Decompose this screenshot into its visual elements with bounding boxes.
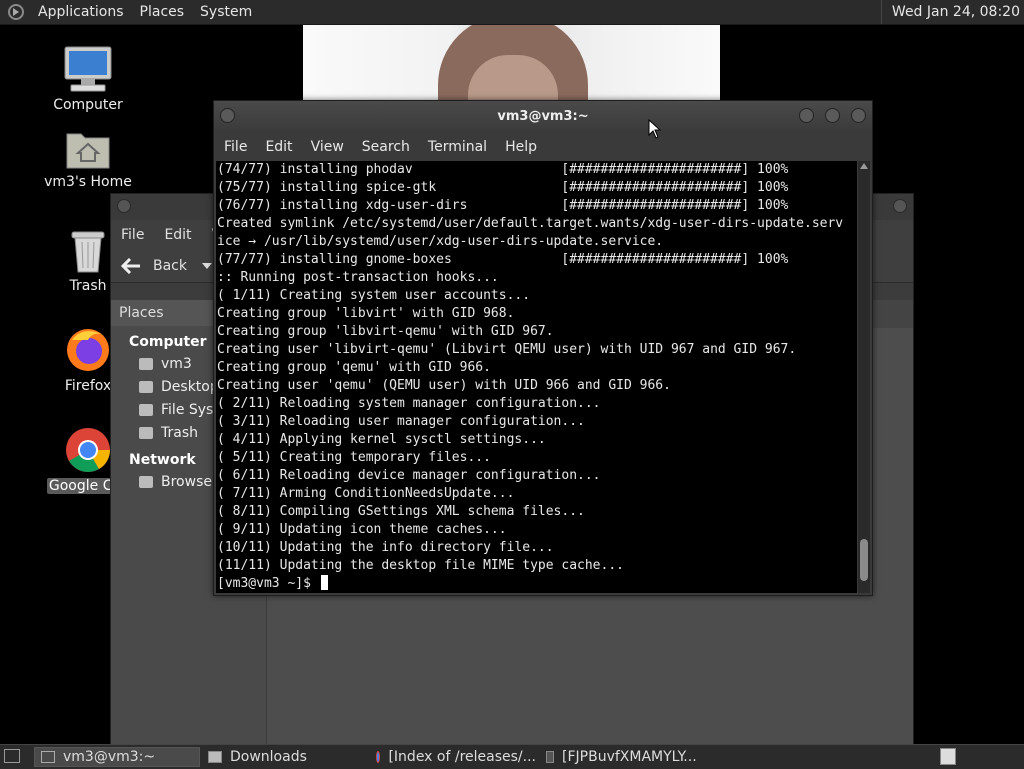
terminal-menubar: File Edit View Search Terminal Help xyxy=(214,133,872,161)
back-arrow-icon xyxy=(121,258,140,274)
terminal-line: ( 5/11) Creating temporary files... xyxy=(217,450,491,465)
menu-file[interactable]: File xyxy=(216,139,255,155)
terminal-line: (75/77) installing spice-gtk [##########… xyxy=(217,180,789,195)
menu-file[interactable]: File xyxy=(111,227,154,243)
drive-icon xyxy=(139,403,153,416)
terminal-line: ( 6/11) Reloading device manager configu… xyxy=(217,468,601,483)
maximize-button[interactable] xyxy=(825,108,840,123)
home-icon xyxy=(139,357,153,370)
terminal-line: ( 4/11) Applying kernel sysctl settings.… xyxy=(217,432,546,447)
terminal-scrollbar[interactable] xyxy=(858,161,870,593)
minimize-button[interactable] xyxy=(799,108,814,123)
terminal-line: Creating group 'libvirt-qemu' with GID 9… xyxy=(217,324,554,339)
terminal-line: Creating user 'libvirt-qemu' (Libvirt QE… xyxy=(217,342,797,357)
sidebar-item-label: Desktop xyxy=(161,378,219,395)
terminal-line: (74/77) installing phodav [#############… xyxy=(217,162,789,177)
bottom-taskbar: vm3@vm3:~ Downloads [Index of /releases/… xyxy=(0,744,1024,769)
terminal-line: (76/77) installing xdg-user-dirs [######… xyxy=(217,198,789,213)
trash-icon xyxy=(71,231,105,273)
terminal-line: Creating group 'qemu' with GID 966. xyxy=(217,360,491,375)
menu-help[interactable]: Help xyxy=(497,139,545,155)
desktop-icon xyxy=(139,380,153,393)
terminal-line: ice → /usr/lib/systemd/user/xdg-user-dir… xyxy=(217,234,664,249)
desktop-icon-home[interactable]: vm3's Home xyxy=(38,128,138,190)
task-label: Downloads xyxy=(230,749,307,765)
applications-menu[interactable]: Applications xyxy=(30,0,132,24)
terminal-line: (10/11) Updating the info directory file… xyxy=(217,540,554,555)
system-menu[interactable]: System xyxy=(192,0,260,24)
terminal-line: (11/11) Updating the desktop file MIME t… xyxy=(217,558,624,573)
task-terminal[interactable]: vm3@vm3:~ xyxy=(34,747,200,767)
sidebar-item-label: Trash xyxy=(161,424,198,441)
workspace-switcher[interactable] xyxy=(940,748,956,765)
task-chrome[interactable]: [Index of /releases/... xyxy=(370,747,536,767)
firefox-icon xyxy=(67,329,109,371)
home-folder-icon xyxy=(66,133,110,169)
computer-icon xyxy=(64,46,112,92)
window-title: vm3@vm3:~ xyxy=(497,109,589,124)
network-icon xyxy=(139,475,153,488)
terminal-line: ( 3/11) Reloading user manager configura… xyxy=(217,414,585,429)
terminal-line: ( 7/11) Arming ConditionNeedsUpdate... xyxy=(217,486,515,501)
menu-edit[interactable]: Edit xyxy=(257,139,300,155)
chrome-icon xyxy=(66,428,110,472)
terminal-icon xyxy=(41,751,55,763)
desktop-icon-label: Trash xyxy=(69,278,107,294)
sidebar-item-label: vm3 xyxy=(161,355,192,372)
back-button-label: Back xyxy=(153,258,187,274)
image-icon xyxy=(546,751,554,763)
desktop-icon-label: Firefox xyxy=(64,378,112,394)
chevron-down-icon xyxy=(202,263,212,269)
terminal-line: Creating group 'libvirt' with GID 968. xyxy=(217,306,515,321)
task-image-viewer[interactable]: [FJPBuvfXMAMYLY... xyxy=(540,747,706,767)
terminal-line: :: Running post-transaction hooks... xyxy=(217,270,499,285)
window-menu-button[interactable] xyxy=(117,199,131,213)
terminal-line: ( 8/11) Compiling GSettings XML schema f… xyxy=(217,504,585,519)
distro-logo-icon[interactable] xyxy=(8,4,24,20)
scrollbar-thumb[interactable] xyxy=(860,539,868,581)
task-label: vm3@vm3:~ xyxy=(63,749,156,765)
menu-terminal[interactable]: Terminal xyxy=(420,139,495,155)
task-label: [Index of /releases/... xyxy=(388,749,536,765)
scroll-up-arrow-icon[interactable] xyxy=(860,163,868,169)
task-label: [FJPBuvfXMAMYLY... xyxy=(562,749,697,765)
shell-prompt: [vm3@vm3 ~]$ xyxy=(217,576,319,591)
desktop-icon-label: vm3's Home xyxy=(44,174,132,190)
terminal-titlebar[interactable]: vm3@vm3:~ xyxy=(214,101,872,133)
terminal-line: Created symlink /etc/systemd/user/defaul… xyxy=(217,216,844,231)
top-panel: Applications Places System Wed Jan 24, 0… xyxy=(0,0,1024,25)
terminal-output[interactable]: (74/77) installing phodav [#############… xyxy=(216,161,857,593)
places-menu[interactable]: Places xyxy=(132,0,193,24)
menu-view[interactable]: View xyxy=(303,139,352,155)
desktop-icon-label: Computer xyxy=(53,97,123,113)
terminal-line: Creating user 'qemu' (QEMU user) with UI… xyxy=(217,378,671,393)
video-overlay xyxy=(303,25,720,101)
menu-edit[interactable]: Edit xyxy=(154,227,201,243)
terminal-text: (74/77) installing phodav [#############… xyxy=(216,161,857,593)
desktop-icon-computer[interactable]: Computer xyxy=(38,45,138,113)
terminal-window[interactable]: vm3@vm3:~ File Edit View Search Terminal… xyxy=(213,100,873,596)
trash-icon xyxy=(139,426,153,439)
menu-search[interactable]: Search xyxy=(354,139,418,155)
close-button[interactable] xyxy=(893,199,907,213)
chrome-icon xyxy=(376,751,381,763)
terminal-line: ( 1/11) Creating system user accounts... xyxy=(217,288,531,303)
terminal-line: (77/77) installing gnome-boxes [########… xyxy=(217,252,789,267)
show-desktop-icon[interactable] xyxy=(4,749,20,763)
terminal-line: ( 2/11) Reloading system manager configu… xyxy=(217,396,601,411)
clock[interactable]: Wed Jan 24, 08:20 xyxy=(880,0,1020,24)
folder-icon xyxy=(208,751,222,763)
back-button[interactable]: Back xyxy=(111,258,213,274)
text-cursor xyxy=(320,575,328,590)
terminal-line: ( 9/11) Updating icon theme caches... xyxy=(217,522,507,537)
terminal-prompt-line[interactable]: [vm3@vm3 ~]$ xyxy=(217,575,857,593)
task-downloads[interactable]: Downloads xyxy=(202,747,368,767)
close-button[interactable] xyxy=(851,108,866,123)
